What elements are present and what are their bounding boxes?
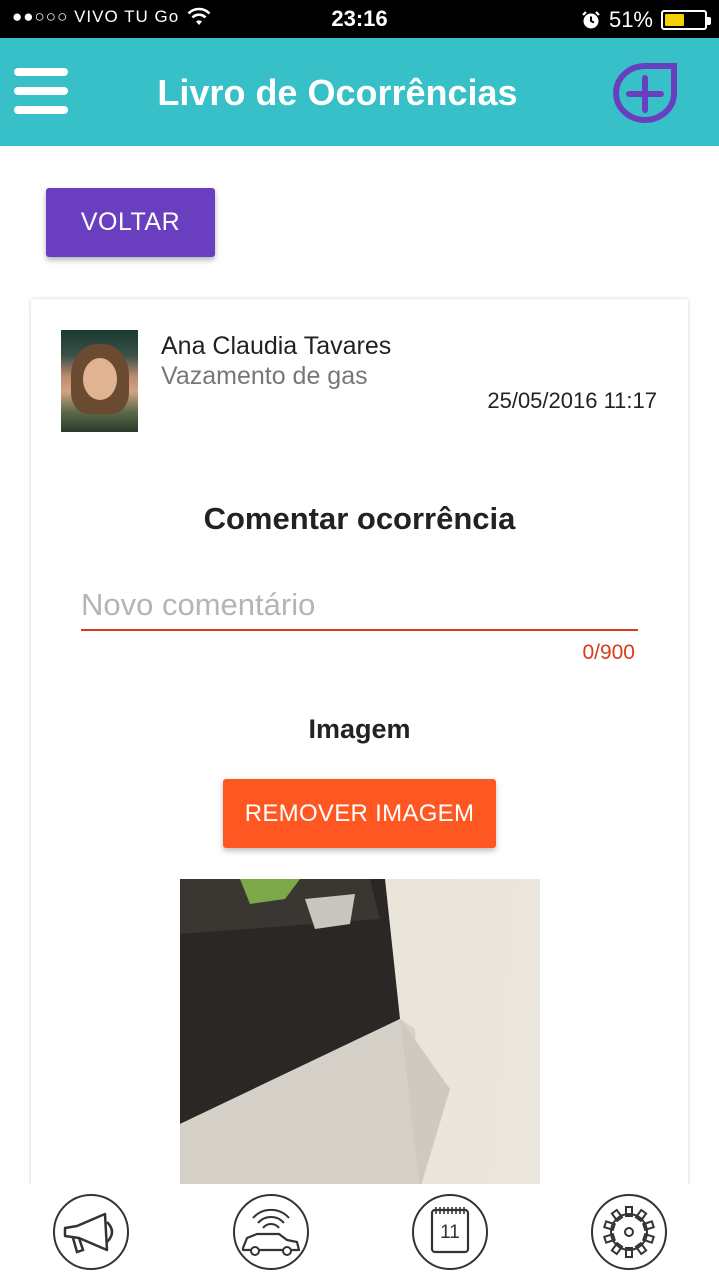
status-bar: ●●○○○ VIVO TU Go 23:16 51% xyxy=(0,0,719,38)
comment-input[interactable] xyxy=(81,581,638,631)
bottom-nav: 11 xyxy=(0,1184,719,1280)
battery-cap xyxy=(707,17,711,25)
char-counter: 0/900 xyxy=(582,641,635,664)
alarm-clock-icon xyxy=(582,11,600,29)
remove-image-button[interactable]: REMOVER IMAGEM xyxy=(223,779,496,848)
gear-icon[interactable] xyxy=(589,1192,669,1272)
calendar-icon[interactable]: 11 xyxy=(410,1192,490,1272)
battery-percent: 51% xyxy=(608,7,653,32)
occurrence-title: Vazamento de gas xyxy=(161,362,368,390)
calendar-day-label: 11 xyxy=(440,1222,460,1243)
plus-circle-icon[interactable] xyxy=(612,62,678,124)
page-title: Livro de Ocorrências xyxy=(157,72,518,113)
attached-photo xyxy=(180,879,540,1189)
megaphone-icon[interactable] xyxy=(51,1192,131,1272)
battery-level xyxy=(665,14,684,26)
avatar-face xyxy=(83,358,117,400)
image-heading: Imagem xyxy=(308,714,411,744)
status-left: ●●○○○ VIVO TU Go xyxy=(12,7,211,27)
occurrence-card: Ana Claudia Tavares Vazamento de gas 25/… xyxy=(31,299,688,1199)
occurrence-date: 25/05/2016 11:17 xyxy=(487,388,657,413)
carrier-signal: ●●○○○ VIVO TU Go xyxy=(12,7,180,26)
avatar xyxy=(61,330,138,432)
app-header: Livro de Ocorrências xyxy=(0,38,719,146)
comment-heading: Comentar ocorrência xyxy=(203,501,516,536)
status-right: 51% xyxy=(581,7,711,33)
battery-icon xyxy=(661,10,711,30)
wifi-icon xyxy=(187,7,211,25)
photo-shelf xyxy=(180,879,450,1189)
author-name: Ana Claudia Tavares xyxy=(161,332,392,360)
back-button[interactable]: VOLTAR xyxy=(46,188,215,257)
car-signal-icon[interactable] xyxy=(231,1192,311,1272)
